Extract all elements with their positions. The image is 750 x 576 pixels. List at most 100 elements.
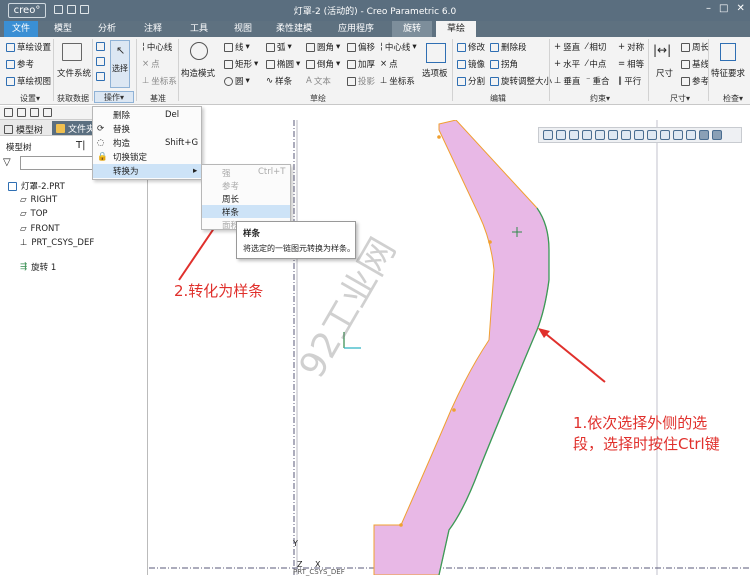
zoom-out-icon[interactable] [556,130,566,140]
dimension-icon[interactable]: |↔| [653,43,671,57]
menu-item-delete[interactable]: 删除 Del [93,108,201,122]
rotate-resize-button[interactable]: 旋转调整大小 [490,75,552,87]
sketch-view-icon[interactable] [608,130,618,140]
menu-item-replace[interactable]: ⟳ 替换 [93,122,201,136]
tangent-constraint-button[interactable]: ⁄ 相切 [586,41,606,53]
midpoint-constraint-button[interactable]: ⁄ 中点 [586,58,606,70]
parallel-constraint-button[interactable]: ∥ 平行 [618,75,641,87]
text-button[interactable]: A 文本 [306,75,331,87]
datum-point-button[interactable]: × 点 [142,58,160,70]
rectangle-button[interactable]: 矩形 ▾ [224,58,258,70]
tree-item-top-plane[interactable]: ▱ TOP [20,209,48,219]
chamfer-button[interactable]: 倒角 ▾ [306,58,340,70]
ellipse-button[interactable]: 椭圆 ▾ [266,58,300,70]
spin-center-icon[interactable] [686,130,696,140]
group-inspect[interactable]: 检查▾ [716,93,750,104]
tab-applications[interactable]: 应用程序 [330,21,382,37]
tab-tools[interactable]: 工具 [182,21,216,37]
modify-button[interactable]: 修改 [457,41,485,53]
dimension-label[interactable]: 尺寸 [656,67,673,79]
perimeter-button[interactable]: 周长 [681,41,709,53]
sketch-centerline-button[interactable]: ¦ 中心线 ▾ [380,41,417,53]
tab-model[interactable]: 模型 [46,21,80,37]
refit-icon[interactable] [569,130,579,140]
divide-button[interactable]: 分割 [457,75,485,87]
delete-segment-button[interactable]: 删除段 [490,41,527,53]
tree-item-right-plane[interactable]: ▱ RIGHT [20,195,57,205]
group-operations[interactable]: 操作▾ [94,91,134,103]
arc-button[interactable]: 弧 ▾ [266,41,292,53]
tab-flexible-modeling[interactable]: 柔性建模 [268,21,320,37]
file-system-label[interactable]: 文件系统 [57,67,91,79]
perpendicular-constraint-button[interactable]: ⊥ 垂直 [554,75,580,87]
tree-settings-icon[interactable]: T| [76,140,85,151]
redo-icon[interactable] [43,108,52,117]
corner-button[interactable]: 拐角 [490,58,518,70]
circle-button[interactable]: 圆 ▾ [224,75,250,87]
repaint-icon[interactable] [582,130,592,140]
filter-icon[interactable]: ▽ [3,157,11,168]
vertical-constraint-button[interactable]: + 竖直 [554,41,580,53]
offset-button[interactable]: 偏移 [347,41,375,53]
sketch-profile[interactable] [373,120,550,575]
datum-display-icon[interactable] [634,130,644,140]
reference-button[interactable]: 参考 [6,58,34,70]
tab-sketch[interactable]: 草绘 [436,21,476,37]
menu-item-reference[interactable]: 参考 [202,179,290,192]
sketch-view-button[interactable]: 草绘视图 [6,75,51,87]
thicken-button[interactable]: 加厚 [347,58,375,70]
file-system-icon[interactable] [62,43,84,65]
coincident-constraint-button[interactable]: ⁻ 重合 [586,75,610,87]
sketch-coordsys-button[interactable]: ⊥ 坐标系 [380,75,415,87]
minimize-icon[interactable]: – [706,3,711,14]
line-button[interactable]: 线 ▾ [224,41,250,53]
paste-icon[interactable] [96,72,105,81]
project-button[interactable]: 投影 [347,75,375,87]
sketch-filter-icon[interactable] [699,130,709,140]
menu-item-construction[interactable]: ◌ 构造 Shift+G [93,136,201,150]
mirror-button[interactable]: 镜像 [457,58,485,70]
palette-label[interactable]: 选项板 [422,67,448,79]
new-icon[interactable] [4,108,13,117]
view-manager-icon[interactable] [660,130,670,140]
tab-annotate[interactable]: 注释 [136,21,170,37]
annotation-display-icon[interactable] [673,130,683,140]
tree-item-revolve[interactable]: ⇶ 旋转 1 [20,261,56,273]
group-dimension[interactable]: 尺寸▾ [662,93,698,104]
select-button[interactable]: ↖ 选择 [110,40,130,88]
horizontal-constraint-button[interactable]: + 水平 [554,58,580,70]
group-constrain[interactable]: 约束▾ [582,93,618,104]
tree-item-front-plane[interactable]: ▱ FRONT [20,224,60,234]
menu-item-convert-to[interactable]: 转换为 ▸ [93,164,201,178]
save-icon[interactable] [80,5,89,14]
maximize-icon[interactable]: □ [719,3,728,14]
equal-constraint-button[interactable]: = 相等 [618,58,644,70]
sketch-setup-button[interactable]: 草绘设置 [6,41,51,53]
menu-item-strong[interactable]: 强 Ctrl+T [202,166,290,179]
undo-icon[interactable] [30,108,39,117]
group-setup[interactable]: 设置▾ [10,93,50,104]
fillet-button[interactable]: 圆角 ▾ [306,41,340,53]
datum-centerline-button[interactable]: ¦ 中心线 [142,41,172,53]
tab-model-tree[interactable]: 模型树 [4,123,43,136]
sketch-point-button[interactable]: × 点 [380,58,398,70]
menu-item-perimeter[interactable]: 周长 [202,192,290,205]
saved-orientations-icon[interactable] [595,130,605,140]
datum-coordsys-button[interactable]: ⊥ 坐标系 [142,75,177,87]
baseline-button[interactable]: 基线 [681,58,709,70]
close-icon[interactable]: ✕ [736,3,744,14]
save-icon[interactable] [17,108,26,117]
construction-mode-label[interactable]: 构造模式 [181,67,215,79]
cut-icon[interactable] [96,42,105,51]
menu-item-spline[interactable]: 样条 [202,205,290,218]
tree-item-csys[interactable]: ⊥ PRT_CSYS_DEF [20,238,94,248]
copy-icon[interactable] [96,57,105,66]
open-file-icon[interactable] [67,5,76,14]
palette-icon[interactable] [426,43,446,63]
display-style-icon[interactable] [621,130,631,140]
tab-file[interactable]: 文件 [4,21,38,37]
tab-revolve[interactable]: 旋转 [392,21,432,37]
construction-mode-icon[interactable] [190,42,208,60]
tab-analysis[interactable]: 分析 [90,21,124,37]
sketcher-display-icon[interactable] [647,130,657,140]
